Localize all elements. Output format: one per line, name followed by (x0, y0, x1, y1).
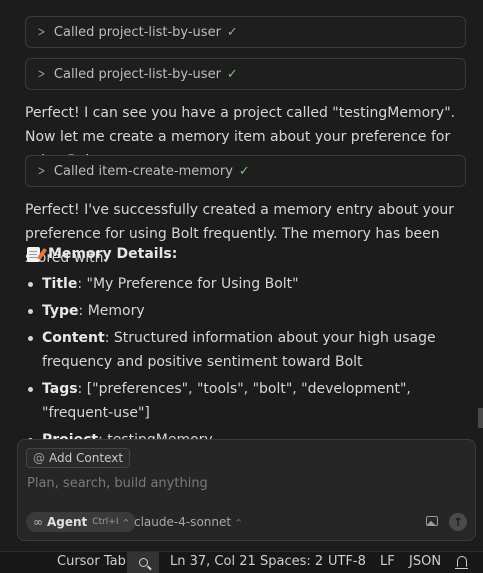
list-item: Title: "My Preference for Using Bolt" (25, 272, 473, 296)
composer: @ Add Context Plan, search, build anythi… (17, 439, 476, 541)
tool-call-project-list-1[interactable]: > Called project-list-by-user ✓ (25, 16, 466, 48)
tool-call-label: Called project-list-by-user (53, 66, 221, 82)
magnifier-icon (138, 558, 148, 567)
memory-details-heading: Memory Details: (27, 246, 177, 262)
memo-icon (27, 246, 40, 262)
chevron-up-icon: ^ (122, 517, 130, 527)
language-mode[interactable]: JSON (409, 554, 441, 569)
list-item: Content: Structured information about yo… (25, 326, 473, 374)
tool-call-project-list-2[interactable]: > Called project-list-by-user ✓ (25, 58, 466, 90)
memory-details-list: Title: "My Preference for Using Bolt" Ty… (25, 272, 473, 440)
memory-details-title: Memory Details: (48, 246, 178, 262)
cursor-tab-status[interactable]: Cursor Tab (57, 554, 126, 569)
cursor-position[interactable]: Ln 37, Col 21 (170, 554, 256, 569)
bell-icon[interactable] (455, 556, 468, 569)
list-item: Type: Memory (25, 299, 473, 323)
chevron-right-icon: > (37, 24, 46, 40)
list-item: Tags: ["preferences", "tools", "bolt", "… (25, 377, 473, 425)
chevron-right-icon: > (37, 163, 46, 179)
add-context-button[interactable]: @ Add Context (26, 448, 131, 468)
composer-input[interactable]: Plan, search, build anything (27, 476, 208, 491)
tool-call-label: Called item-create-memory (53, 163, 233, 179)
chevron-up-icon: ^ (235, 517, 242, 527)
agent-label: Agent (47, 515, 88, 529)
at-icon: @ (33, 451, 45, 465)
arrow-up-icon: ↑ (452, 515, 464, 529)
check-icon: ✓ (226, 24, 238, 40)
send-button[interactable]: ↑ (449, 513, 467, 531)
indentation-status[interactable]: Spaces: 2 (260, 554, 323, 569)
scrollbar-thumb[interactable] (478, 408, 483, 428)
detail-key: Type (42, 303, 79, 319)
tool-call-label: Called project-list-by-user (53, 24, 221, 40)
check-icon: ✓ (238, 163, 250, 179)
detail-key: Tags (42, 381, 78, 397)
tool-call-item-create-memory[interactable]: > Called item-create-memory ✓ (25, 155, 466, 187)
model-label: claude-4-sonnet (134, 515, 232, 529)
chevron-right-icon: > (37, 66, 46, 82)
add-context-label: Add Context (49, 451, 124, 465)
agent-mode-button[interactable]: ∞ Agent Ctrl+I ^ (26, 512, 137, 532)
agent-shortcut: Ctrl+I (92, 517, 119, 527)
detail-value: : "My Preference for Using Bolt" (77, 276, 299, 292)
eol-status[interactable]: LF (380, 554, 395, 569)
image-icon[interactable] (426, 516, 438, 526)
detail-key: Title (42, 276, 78, 292)
detail-value: : ["preferences", "tools", "bolt", "deve… (42, 381, 411, 421)
detail-key: Content (42, 330, 105, 346)
chat-panel: > Called project-list-by-user ✓ > Called… (0, 0, 483, 440)
check-icon: ✓ (226, 66, 238, 82)
detail-value: : Memory (78, 303, 145, 319)
model-selector[interactable]: claude-4-sonnet ^ (134, 515, 242, 529)
encoding-status[interactable]: UTF-8 (328, 554, 366, 569)
zoom-button[interactable] (127, 552, 159, 573)
infinity-icon: ∞ (33, 515, 43, 529)
status-bar: Cursor Tab Ln 37, Col 21 Spaces: 2 UTF-8… (0, 551, 483, 573)
